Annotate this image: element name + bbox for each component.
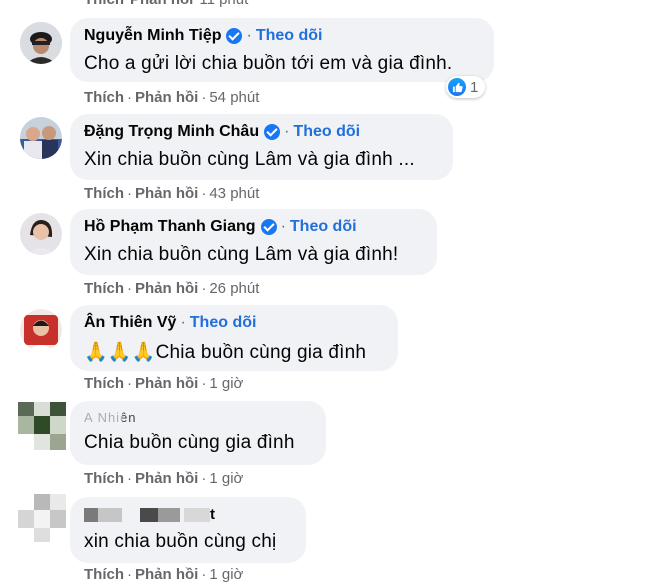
comment-bubble: Hồ Phạm Thanh Giang · Theo dõi Xin chia … — [70, 209, 437, 275]
separator-dot: · — [284, 123, 290, 140]
follow-link[interactable]: Theo dõi — [290, 218, 357, 236]
pixelated-avatar[interactable] — [18, 402, 68, 452]
comment-time: 54 phút — [209, 89, 260, 106]
like-action[interactable]: Thích — [84, 280, 124, 297]
redacted-name-block — [184, 508, 210, 522]
comment-bubble: t xin chia buồn cùng chị — [70, 497, 306, 563]
redacted-name-block — [98, 508, 122, 522]
reply-action[interactable]: Phản hồi — [135, 89, 198, 106]
comment-text: Xin chia buồn cùng Lâm và gia đình ... — [84, 149, 415, 170]
reply-action[interactable]: Phản hồi — [135, 185, 198, 202]
avatar-image — [20, 213, 62, 255]
comment-actions: Thích · Phản hồi · 1 giờ — [84, 566, 244, 583]
avatar[interactable] — [20, 22, 62, 64]
comment-time: 26 phút — [209, 280, 260, 297]
reply-action[interactable]: Phản hồi — [135, 566, 198, 583]
comment-time: 1 giờ — [209, 375, 244, 392]
comment-text: Cho a gửi lời chia buồn tới em và gia đì… — [84, 53, 453, 74]
avatar[interactable] — [20, 309, 62, 351]
comment-text: Xin chia buồn cùng Lâm và gia đình! — [84, 244, 399, 265]
top-comment-actions: Thích Phản hồi 11 phút — [84, 0, 254, 8]
redacted-name-block — [158, 508, 180, 522]
like-action[interactable]: Thích — [84, 566, 124, 583]
comment-text: Chia buồn cùng gia đình — [84, 432, 295, 453]
redacted-name-block — [84, 410, 122, 424]
comment-bubble: Đặng Trọng Minh Châu · Theo dõi Xin chia… — [70, 114, 453, 180]
like-action[interactable]: Thích — [84, 375, 124, 392]
comment-time: 1 giờ — [209, 566, 244, 583]
comment-bubble: Ân Thiên Vỹ · Theo dõi 🙏🙏🙏Chia buồn cùng… — [70, 305, 398, 371]
avatar-image — [20, 309, 62, 351]
separator-dot: · — [180, 314, 186, 331]
like-reaction-icon — [448, 78, 466, 96]
reply-action[interactable]: Phản hồi — [135, 280, 198, 297]
like-action[interactable]: Thích — [84, 0, 124, 8]
pixelated-avatar[interactable] — [18, 494, 68, 544]
redacted-name-block — [140, 508, 158, 522]
comment-actions: Thích · Phản hồi · 26 phút — [84, 280, 260, 297]
avatar[interactable] — [20, 213, 62, 255]
comment-time: 11 phút — [199, 0, 248, 8]
like-action[interactable]: Thích — [84, 185, 124, 202]
follow-link[interactable]: Theo dõi — [190, 314, 257, 332]
comment-actions: Thích · Phản hồi · 54 phút — [84, 89, 260, 106]
like-action[interactable]: Thích — [84, 470, 124, 487]
comment-bubble: Nguyễn Minh Tiệp · Theo dõi Cho a gửi lờ… — [70, 18, 494, 82]
separator-dot: · — [280, 218, 286, 235]
verified-badge-icon — [260, 219, 277, 235]
commenter-name[interactable]: t — [210, 506, 215, 523]
avatar-image — [20, 117, 62, 159]
commenter-name[interactable]: Nguyễn Minh Tiệp — [84, 27, 221, 45]
comment-actions: Thích · Phản hồi · 1 giờ — [84, 470, 244, 487]
commenter-name[interactable]: Ân Thiên Vỹ — [84, 314, 176, 332]
follow-link[interactable]: Theo dõi — [256, 27, 323, 45]
reply-action[interactable]: Phản hồi — [135, 470, 198, 487]
comment-time: 43 phút — [209, 185, 260, 202]
comment-time: 1 giờ — [209, 470, 244, 487]
reaction-count: 1 — [470, 78, 479, 96]
separator-dot: · — [246, 27, 252, 44]
like-action[interactable]: Thích — [84, 89, 124, 106]
follow-link[interactable]: Theo dõi — [293, 123, 360, 141]
reply-action[interactable]: Phản hồi — [130, 0, 193, 8]
reply-action[interactable]: Phản hồi — [135, 375, 198, 392]
verified-badge-icon — [264, 124, 281, 140]
redacted-name-block — [84, 508, 98, 522]
comment-text: xin chia buồn cùng chị — [84, 531, 277, 552]
comment-actions: Thích · Phản hồi · 1 giờ — [84, 375, 244, 392]
avatar[interactable] — [20, 117, 62, 159]
commenter-name[interactable]: Hồ Phạm Thanh Giang — [84, 218, 256, 236]
verified-badge-icon — [226, 28, 243, 44]
comment-bubble: A Nhiên Chia buồn cùng gia đình — [70, 401, 326, 465]
reaction-count-badge[interactable]: 1 — [446, 76, 486, 98]
comment-text: 🙏🙏🙏Chia buồn cùng gia đình — [84, 342, 367, 363]
comment-actions: Thích · Phản hồi · 43 phút — [84, 185, 260, 202]
avatar-image — [20, 22, 62, 64]
commenter-name[interactable]: Đặng Trọng Minh Châu — [84, 123, 259, 141]
